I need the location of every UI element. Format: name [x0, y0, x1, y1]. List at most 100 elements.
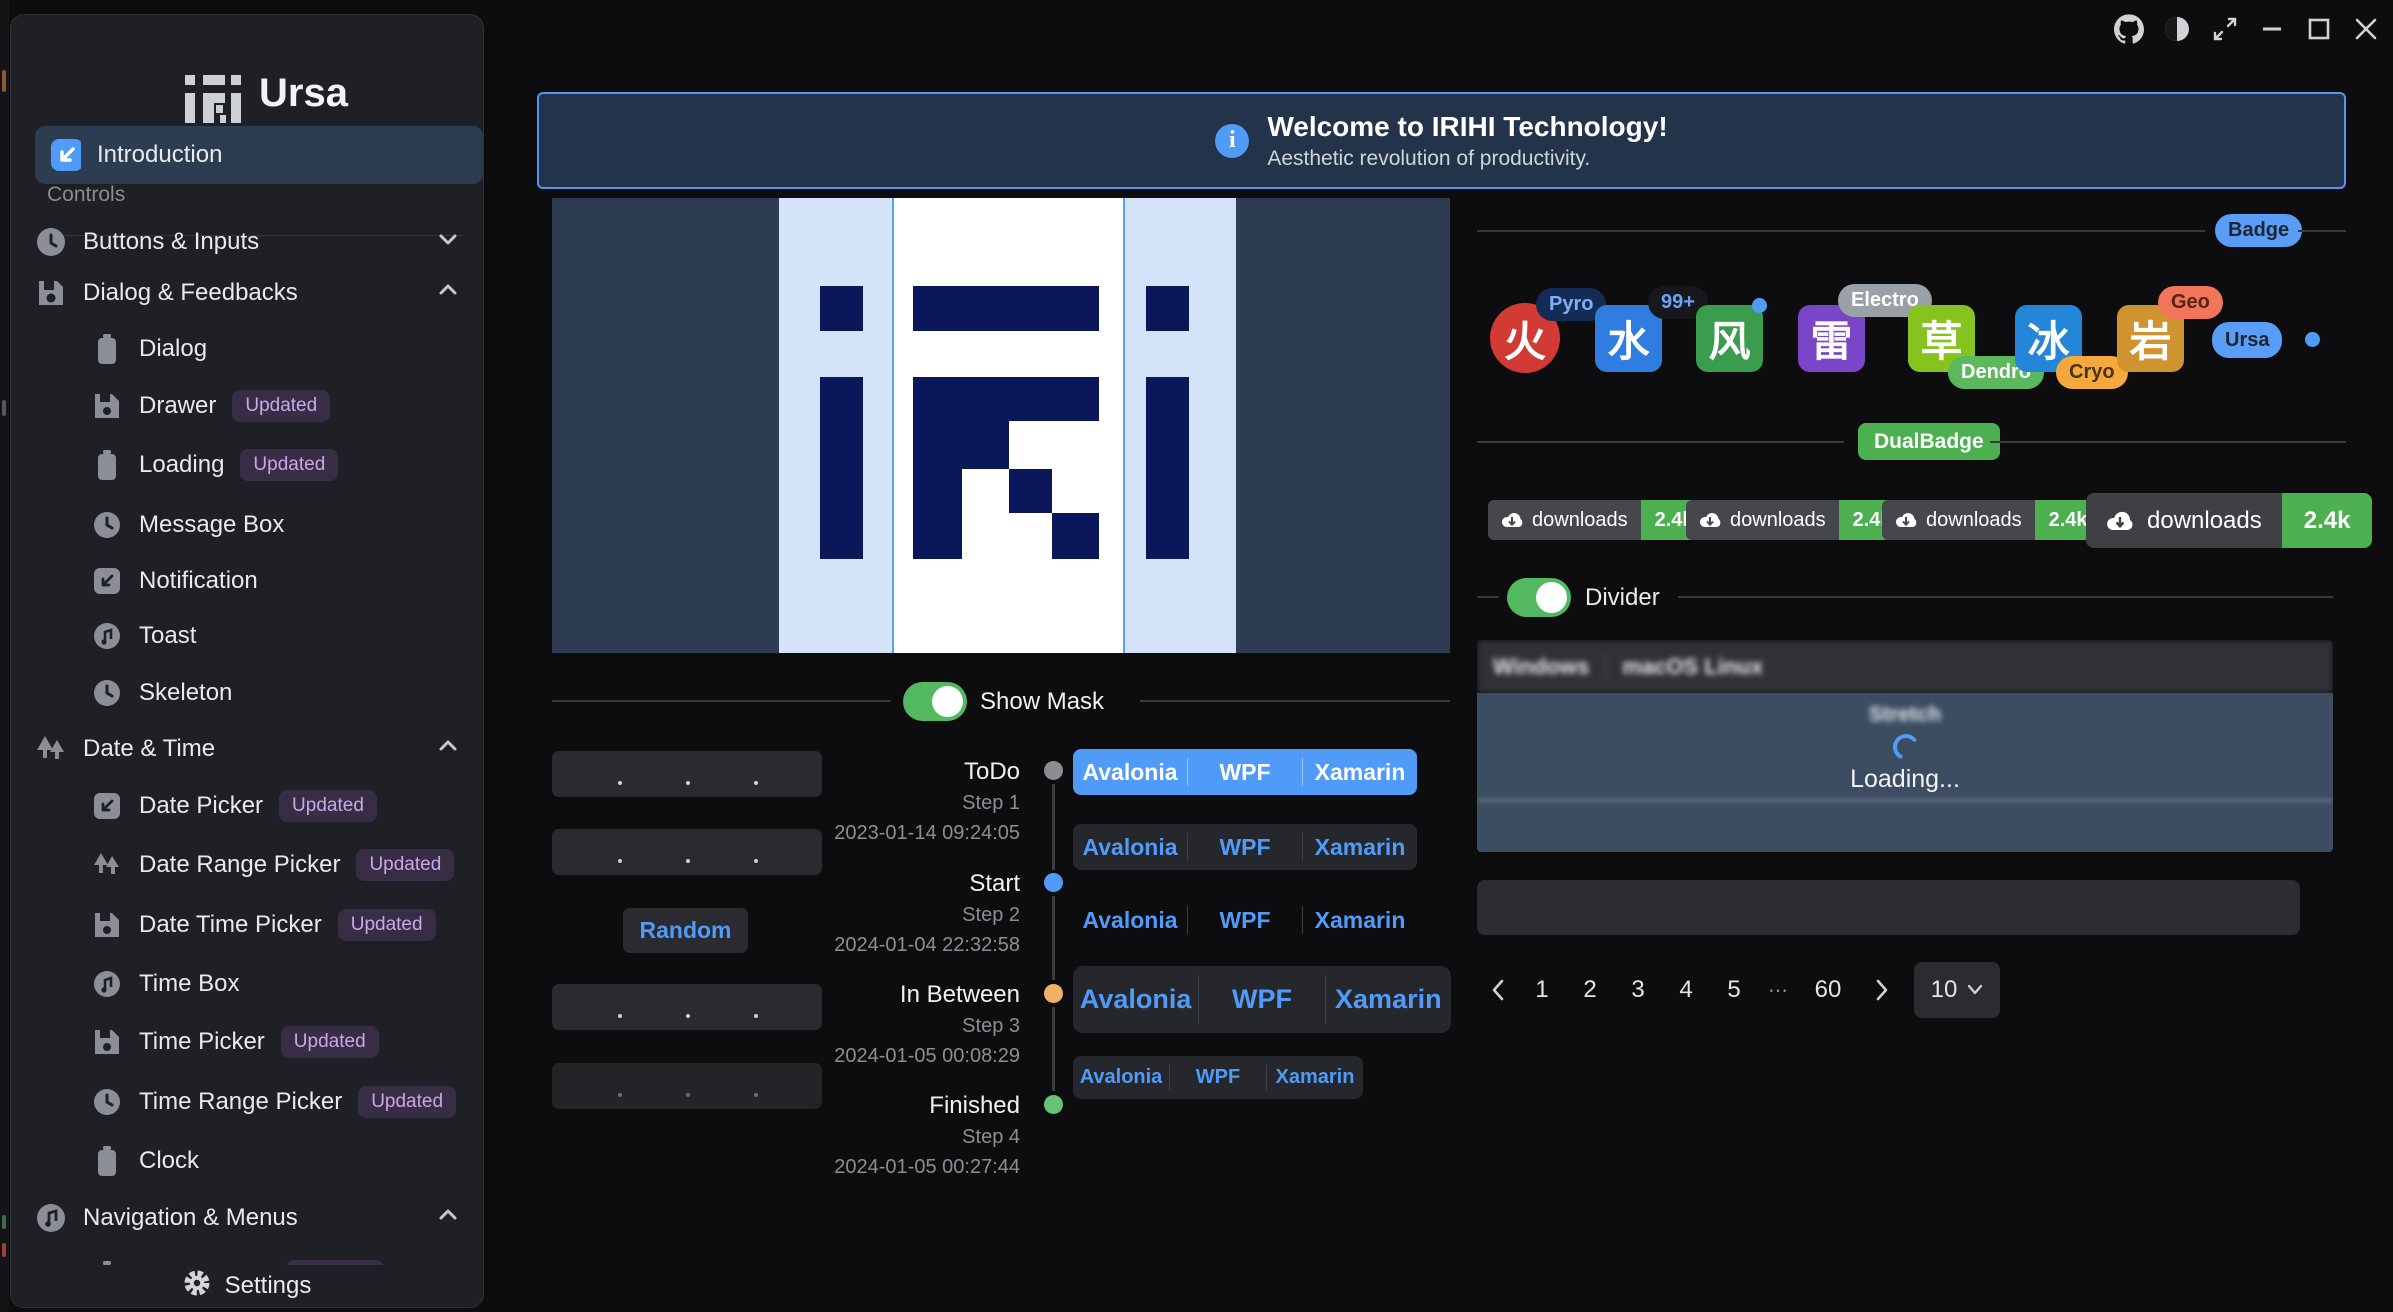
sidebar-item-time-box[interactable]: Time Box [35, 955, 459, 1013]
downloads-badge: downloads 2.4k [1488, 500, 1708, 540]
floppy-icon [35, 277, 67, 309]
tab-wpf[interactable]: WPF [1170, 1056, 1266, 1099]
sidebar-item-message-box[interactable]: Message Box [35, 496, 459, 554]
banner-title: Welcome to IRIHI Technology! [1267, 111, 1667, 143]
sidebar-expander-buttons-inputs[interactable]: Buttons & Inputs [35, 213, 459, 271]
pagination-ellipsis[interactable]: ⋯ [1758, 962, 1798, 1018]
dot-badge [2305, 332, 2320, 347]
floppy-icon [91, 909, 123, 941]
loading-card-tabs[interactable]: Windows macOS Linux [1477, 640, 2333, 693]
pagination-page-1[interactable]: 1 [1522, 962, 1562, 1018]
tabstrip-small[interactable]: Avalonia WPF Xamarin [1073, 1056, 1363, 1099]
sidebar-item-introduction[interactable]: Introduction [35, 126, 483, 184]
battery-icon [91, 449, 123, 481]
tabstrip-large[interactable]: Avalonia WPF Xamarin [1073, 966, 1451, 1033]
pagination-page-3[interactable]: 3 [1618, 962, 1658, 1018]
loading-text: Loading... [1477, 765, 2333, 794]
tabstrip-filled[interactable]: Avalonia WPF Xamarin [1073, 749, 1417, 795]
pagination-page-60[interactable]: 60 [1802, 962, 1854, 1018]
timeline-line [1052, 896, 1055, 980]
arrow-square-icon [91, 565, 123, 597]
sidebar-expander-date-time[interactable]: Date & Time [35, 720, 459, 778]
pagination-page-4[interactable]: 4 [1666, 962, 1706, 1018]
page-size-dropdown[interactable]: 10 [1914, 962, 2000, 1018]
tab-avalonia[interactable]: Avalonia [1073, 897, 1187, 943]
tab-xamarin[interactable]: Xamarin [1303, 897, 1417, 943]
timeline-dot [1044, 873, 1063, 892]
tab-wpf[interactable]: WPF [1199, 966, 1324, 1033]
settings-label: Settings [225, 1272, 312, 1300]
sidebar-item-dialog[interactable]: Dialog [35, 320, 459, 378]
item-label: Dialog [139, 335, 207, 363]
sidebar-expander-navigation-menus[interactable]: Navigation & Menus [35, 1189, 459, 1247]
tab-xamarin[interactable]: Xamarin [1267, 1056, 1363, 1099]
sidebar-item-date-range-picker[interactable]: Date Range Picker Updated [35, 836, 459, 894]
item-label: Time Box [139, 970, 239, 998]
show-mask-toggle[interactable] [903, 682, 967, 721]
item-label: Message Box [139, 511, 284, 539]
sidebar-item-loading[interactable]: Loading Updated [35, 436, 459, 494]
pagination-page-2[interactable]: 2 [1570, 962, 1610, 1018]
updated-badge: Updated [240, 449, 338, 481]
divider-toggle[interactable] [1507, 578, 1571, 617]
item-label: Date Time Picker [139, 911, 322, 939]
sidebar-item-toast[interactable]: Toast [35, 607, 459, 665]
tabstrip-ghost[interactable]: Avalonia WPF Xamarin [1073, 897, 1417, 943]
chevron-up-icon [437, 735, 459, 764]
maximize-button[interactable] [2302, 12, 2336, 46]
maximize-icon [2306, 16, 2332, 42]
tab-avalonia[interactable]: Avalonia [1073, 749, 1187, 795]
sidebar: Ursa Introduction Controls Buttons & Inp… [10, 14, 484, 1308]
tab-macos-linux[interactable]: macOS Linux [1606, 654, 1779, 680]
info-icon: i [1215, 124, 1249, 158]
pagination-page-5[interactable]: 5 [1714, 962, 1754, 1018]
pagination-next-button[interactable] [1862, 962, 1902, 1018]
timeline-step-time: 2024-01-04 22:32:58 [720, 934, 1020, 957]
tab-avalonia[interactable]: Avalonia [1073, 824, 1187, 870]
sidebar-item-clock[interactable]: Clock [35, 1132, 459, 1190]
settings-button[interactable]: Settings [11, 1265, 483, 1307]
empty-textbox[interactable] [1477, 880, 2300, 935]
divider-line [552, 700, 891, 702]
badge-geo: Geo [2158, 286, 2223, 319]
item-label: Date Picker [139, 792, 263, 820]
sidebar-expander-dialog-feedbacks[interactable]: Dialog & Feedbacks [35, 264, 459, 322]
ursa-pill-badge: Ursa [2212, 322, 2282, 358]
minimize-button[interactable] [2255, 12, 2289, 46]
edge-strip [0, 0, 9, 1312]
trees-icon [91, 849, 123, 881]
sidebar-item-notification[interactable]: Notification [35, 552, 459, 610]
close-button[interactable] [2349, 12, 2383, 46]
tab-avalonia[interactable]: Avalonia [1073, 966, 1198, 1033]
sidebar-item-date-picker[interactable]: Date Picker Updated [35, 777, 459, 835]
tab-windows[interactable]: Windows [1477, 654, 1605, 680]
tab-wpf[interactable]: WPF [1188, 824, 1302, 870]
gear-icon [183, 1269, 211, 1304]
tab-xamarin[interactable]: Xamarin [1303, 824, 1417, 870]
theme-icon [2163, 15, 2191, 43]
github-button[interactable] [2112, 12, 2146, 46]
tab-wpf[interactable]: WPF [1188, 749, 1302, 795]
welcome-banner: i Welcome to IRIHI Technology! Aesthetic… [537, 92, 2346, 189]
timeline-step-title: ToDo [780, 758, 1020, 786]
sidebar-item-date-time-picker[interactable]: Date Time Picker Updated [35, 896, 459, 954]
divider-line [1990, 441, 2346, 443]
sidebar-item-time-range-picker[interactable]: Time Range Picker Updated [35, 1073, 459, 1131]
item-label: Time Picker [139, 1028, 265, 1056]
sidebar-item-skeleton[interactable]: Skeleton [35, 664, 459, 722]
item-label: Date Range Picker [139, 851, 340, 879]
loading-card-body: Stretch Loading... [1477, 693, 2333, 852]
sidebar-item-time-picker[interactable]: Time Picker Updated [35, 1013, 459, 1071]
theme-toggle-button[interactable] [2160, 12, 2194, 46]
pagination-prev-button[interactable] [1478, 962, 1518, 1018]
tabstrip-dark[interactable]: Avalonia WPF Xamarin [1073, 824, 1417, 870]
tab-xamarin[interactable]: Xamarin [1326, 966, 1451, 1033]
fullscreen-button[interactable] [2208, 12, 2242, 46]
clock-icon [91, 1086, 123, 1118]
ursa-logo-icon [179, 63, 243, 127]
tab-avalonia[interactable]: Avalonia [1073, 1056, 1169, 1099]
tab-wpf[interactable]: WPF [1188, 897, 1302, 943]
updated-badge: Updated [358, 1086, 456, 1118]
tab-xamarin[interactable]: Xamarin [1303, 749, 1417, 795]
sidebar-item-drawer[interactable]: Drawer Updated [35, 377, 459, 435]
